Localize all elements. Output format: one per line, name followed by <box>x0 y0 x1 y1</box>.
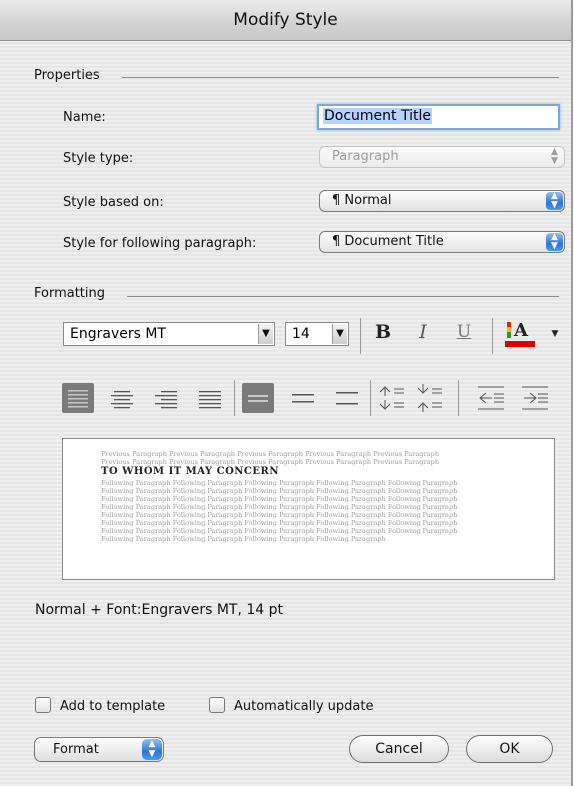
toolbar-separator <box>360 318 361 354</box>
space-after-button[interactable] <box>417 384 442 412</box>
name-input[interactable]: Document Title <box>317 104 560 130</box>
modify-style-dialog: Modify Style Properties Name: Document T… <box>0 0 573 786</box>
space-before-button[interactable] <box>379 386 404 410</box>
font-name-dropdown-icon[interactable]: ▼ <box>258 324 273 344</box>
double-spacing-button[interactable] <box>336 392 358 405</box>
based-on-value: ¶ Normal <box>332 193 392 208</box>
following-paragraph-label: Style for following paragraph: <box>63 236 257 251</box>
name-label: Name: <box>63 110 106 125</box>
bold-button[interactable]: B <box>372 321 394 343</box>
add-to-template-label: Add to template <box>60 699 166 714</box>
font-name-combo[interactable]: Engravers MT ▼ <box>63 322 275 346</box>
font-size-dropdown-icon[interactable]: ▼ <box>332 324 347 344</box>
checkbox-box[interactable] <box>35 697 51 713</box>
style-type-label: Style type: <box>63 151 134 166</box>
paragraph-toolbar <box>62 380 548 416</box>
popup-arrows-icon: ▲ ▼ <box>142 739 162 760</box>
style-type-popup: Paragraph ▲ ▼ <box>319 146 565 168</box>
format-button-label: Format <box>53 742 99 757</box>
following-paragraph-popup[interactable]: ¶ Document Title ▲ ▼ <box>319 231 565 253</box>
increase-indent-button[interactable] <box>522 386 548 410</box>
font-size-value: 14 <box>292 326 310 342</box>
style-preview: Previous Paragraph Previous Paragraph Pr… <box>62 438 555 580</box>
preview-title-text: TO WHOM IT MAY CONCERN <box>101 466 279 477</box>
following-paragraph-value: ¶ Document Title <box>332 234 444 249</box>
based-on-label: Style based on: <box>63 195 164 210</box>
name-input-value: Document Title <box>323 108 432 124</box>
preview-following-line: Following Paragraph Following Paragraph … <box>101 519 458 527</box>
underline-button[interactable]: U <box>456 322 472 342</box>
preview-following-line: Following Paragraph Following Paragraph … <box>101 527 458 535</box>
preview-following-line: Following Paragraph Following Paragraph … <box>101 503 458 511</box>
cancel-button[interactable]: Cancel <box>349 735 449 763</box>
justify-button[interactable] <box>199 391 221 409</box>
font-size-combo[interactable]: 14 ▼ <box>285 322 349 346</box>
align-left-button[interactable] <box>62 383 94 413</box>
add-to-template-checkbox[interactable]: Add to template <box>35 697 165 714</box>
align-right-button[interactable] <box>155 391 177 409</box>
formatting-divider <box>127 296 559 297</box>
popup-arrows-icon: ▲ ▼ <box>546 233 563 251</box>
italic-button[interactable]: I <box>414 321 432 343</box>
font-name-value: Engravers MT <box>70 326 166 342</box>
preview-following-line: Following Paragraph Following Paragraph … <box>101 495 458 503</box>
font-color-letter: A <box>514 320 528 341</box>
decrease-indent-button[interactable] <box>478 386 504 410</box>
align-center-button[interactable] <box>111 391 133 409</box>
one-half-spacing-button[interactable] <box>292 394 314 403</box>
preview-following-line: Following Paragraph Following Paragraph … <box>101 535 386 543</box>
properties-divider <box>122 77 559 78</box>
based-on-popup[interactable]: ¶ Normal ▲ ▼ <box>319 190 565 212</box>
preview-following-line: Following Paragraph Following Paragraph … <box>101 487 458 495</box>
preview-following-line: Following Paragraph Following Paragraph … <box>101 479 458 487</box>
toolbar-separator <box>458 380 459 416</box>
properties-section-label: Properties <box>34 68 100 83</box>
preview-previous-line: Previous Paragraph Previous Paragraph Pr… <box>101 450 440 458</box>
preview-previous-line: Previous Paragraph Previous Paragraph Pr… <box>101 458 440 466</box>
font-color-button[interactable]: A <box>505 319 539 351</box>
style-type-value: Paragraph <box>332 149 399 164</box>
toolbar-separator <box>234 380 235 416</box>
single-spacing-button[interactable] <box>242 383 274 413</box>
popup-arrows-icon: ▲ ▼ <box>551 147 558 166</box>
auto-update-checkbox[interactable]: Automatically update <box>209 697 374 714</box>
popup-arrows-icon: ▲ ▼ <box>546 192 563 210</box>
checkbox-box[interactable] <box>209 697 225 713</box>
style-description: Normal + Font:Engravers MT, 14 pt <box>35 602 283 618</box>
formatting-section-label: Formatting <box>34 286 106 301</box>
window-title: Modify Style <box>0 0 571 41</box>
preview-following-line: Following Paragraph Following Paragraph … <box>101 511 458 519</box>
toolbar-separator <box>492 318 493 354</box>
toolbar-separator <box>370 380 371 416</box>
ok-button[interactable]: OK <box>466 735 553 763</box>
format-button[interactable]: Format ▲ ▼ <box>34 737 164 762</box>
font-color-menu-icon[interactable]: ▼ <box>549 329 561 339</box>
auto-update-label: Automatically update <box>234 699 374 714</box>
